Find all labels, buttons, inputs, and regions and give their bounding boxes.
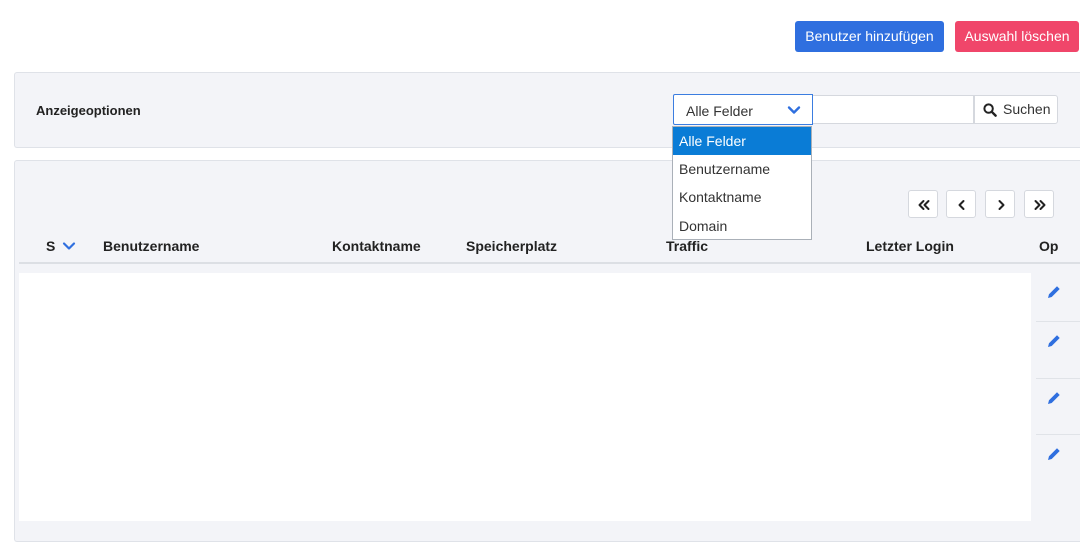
search-button[interactable]: Suchen	[974, 95, 1058, 124]
column-header-username[interactable]: Benutzername	[103, 238, 199, 254]
dropdown-option-username[interactable]: Benutzername	[673, 155, 811, 183]
column-header-options: Op	[1039, 238, 1059, 254]
pager-last-button[interactable]	[1024, 190, 1054, 218]
dropdown-option-contact-name[interactable]: Kontaktname	[673, 183, 811, 211]
dropdown-option-domain[interactable]: Domain	[673, 212, 811, 240]
row-edit-cell	[1036, 273, 1080, 317]
delete-selection-button[interactable]: Auswahl löschen	[955, 21, 1079, 52]
display-options-title: Anzeigeoptionen	[36, 103, 141, 118]
double-chevron-right-icon	[1034, 200, 1046, 210]
chevron-left-icon	[958, 200, 965, 210]
search-input[interactable]	[813, 95, 974, 124]
column-header-contact-name[interactable]: Kontaktname	[332, 238, 421, 254]
row-edit-cell	[1036, 434, 1080, 479]
field-select-dropdown: Alle Felder Benutzername Kontaktname Dom…	[672, 126, 812, 240]
display-options-panel: Anzeigeoptionen Alle Felder Suchen	[14, 72, 1080, 148]
table-body	[19, 273, 1031, 521]
column-header-s[interactable]: S	[46, 238, 55, 254]
pencil-icon[interactable]	[1046, 333, 1062, 349]
row-edit-cell	[1036, 378, 1080, 423]
search-icon	[983, 103, 997, 117]
column-header-storage[interactable]: Speicherplatz	[466, 238, 557, 254]
field-select[interactable]: Alle Felder	[673, 94, 813, 125]
column-header-last-login[interactable]: Letzter Login	[866, 238, 954, 254]
dropdown-option-all-fields[interactable]: Alle Felder	[673, 127, 811, 155]
search-button-label: Suchen	[1003, 101, 1051, 117]
table-header-divider	[19, 262, 1080, 264]
sort-chevron-down-icon[interactable]	[61, 238, 77, 254]
pencil-icon[interactable]	[1046, 446, 1062, 462]
pager-prev-button[interactable]	[946, 190, 976, 218]
pencil-icon[interactable]	[1046, 390, 1062, 406]
pager-next-button[interactable]	[985, 190, 1015, 218]
field-select-value: Alle Felder	[686, 103, 753, 119]
pager-first-button[interactable]	[908, 190, 938, 218]
double-chevron-left-icon	[918, 200, 930, 210]
pencil-icon[interactable]	[1046, 284, 1062, 300]
add-user-button[interactable]: Benutzer hinzufügen	[795, 21, 944, 52]
chevron-down-icon	[787, 106, 801, 114]
chevron-right-icon	[998, 200, 1005, 210]
row-edit-cell	[1036, 321, 1080, 366]
users-table-panel: S Benutzername Kontaktname Speicherplatz…	[14, 160, 1080, 542]
column-header-traffic[interactable]: Traffic	[666, 238, 708, 254]
